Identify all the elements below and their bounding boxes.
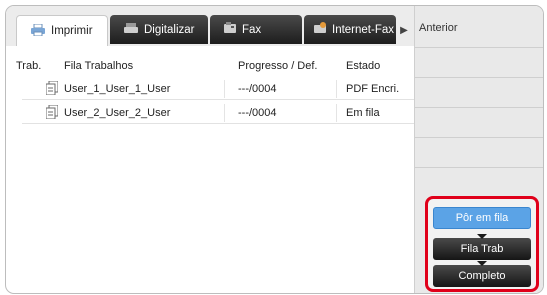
job-status: Em fila [346,107,380,119]
col-estado: Estado [346,60,381,72]
tab-label: Fax [242,23,262,36]
document-icon [45,104,59,122]
tab-scroll-right-icon[interactable]: ▶ [398,22,410,38]
job-table-header: Trab. Fila Trabalhos Progresso / Def. Es… [6,54,414,78]
job-name: User_2_User_2_User [64,107,171,119]
previous-button[interactable]: Anterior [415,6,543,48]
tab-label: Digitalizar [144,23,195,36]
col-trab: Trab. [16,60,42,72]
table-row[interactable]: User_2_User_2_User ---/0004 Em fila [22,102,414,124]
cell-divider [336,80,337,98]
cell-divider [336,104,337,122]
queue-label: Pôr em fila [455,212,509,224]
mode-tab-bar: Imprimir Digitalizar Fax Internet-Fax ▶ [6,6,414,46]
tab-label: Internet-Fax [332,23,394,36]
job-progress: ---/0004 [238,107,277,119]
job-queue-label: Fila Trab [460,243,504,255]
tab-digitalizar[interactable]: Digitalizar [110,15,208,44]
col-progresso: Progresso / Def. [238,60,318,72]
side-list-row [415,78,543,108]
side-list-row [415,108,543,138]
internet-fax-icon [314,22,326,37]
side-list-row [415,138,543,168]
tab-label: Imprimir [51,25,93,37]
tab-imprimir[interactable]: Imprimir [16,15,108,46]
job-name: User_1_User_1_User [64,83,171,95]
job-queue-actions: Pôr em fila Fila Trab Completo [425,196,539,292]
previous-label: Anterior [419,22,458,34]
table-row[interactable]: User_1_User_1_User ---/0004 PDF Encri. [22,78,414,100]
job-status: PDF Encri. [346,83,400,95]
side-list-row [415,48,543,78]
document-icon [45,80,59,98]
chevron-down-icon [477,261,487,266]
job-queue-button[interactable]: Fila Trab [433,234,531,260]
tab-internet-fax[interactable]: Internet-Fax [304,15,396,44]
cell-divider [224,104,225,122]
scanner-icon [124,22,138,37]
tab-fax[interactable]: Fax [210,15,302,44]
fax-icon [224,22,236,37]
printer-icon [31,23,45,39]
chevron-down-icon [477,234,487,239]
cell-divider [224,80,225,98]
job-progress: ---/0004 [238,83,277,95]
col-fila-trabalhos: Fila Trabalhos [64,60,134,72]
complete-button[interactable]: Completo [433,261,531,287]
queue-button[interactable]: Pôr em fila [433,207,531,229]
complete-label: Completo [458,270,506,282]
